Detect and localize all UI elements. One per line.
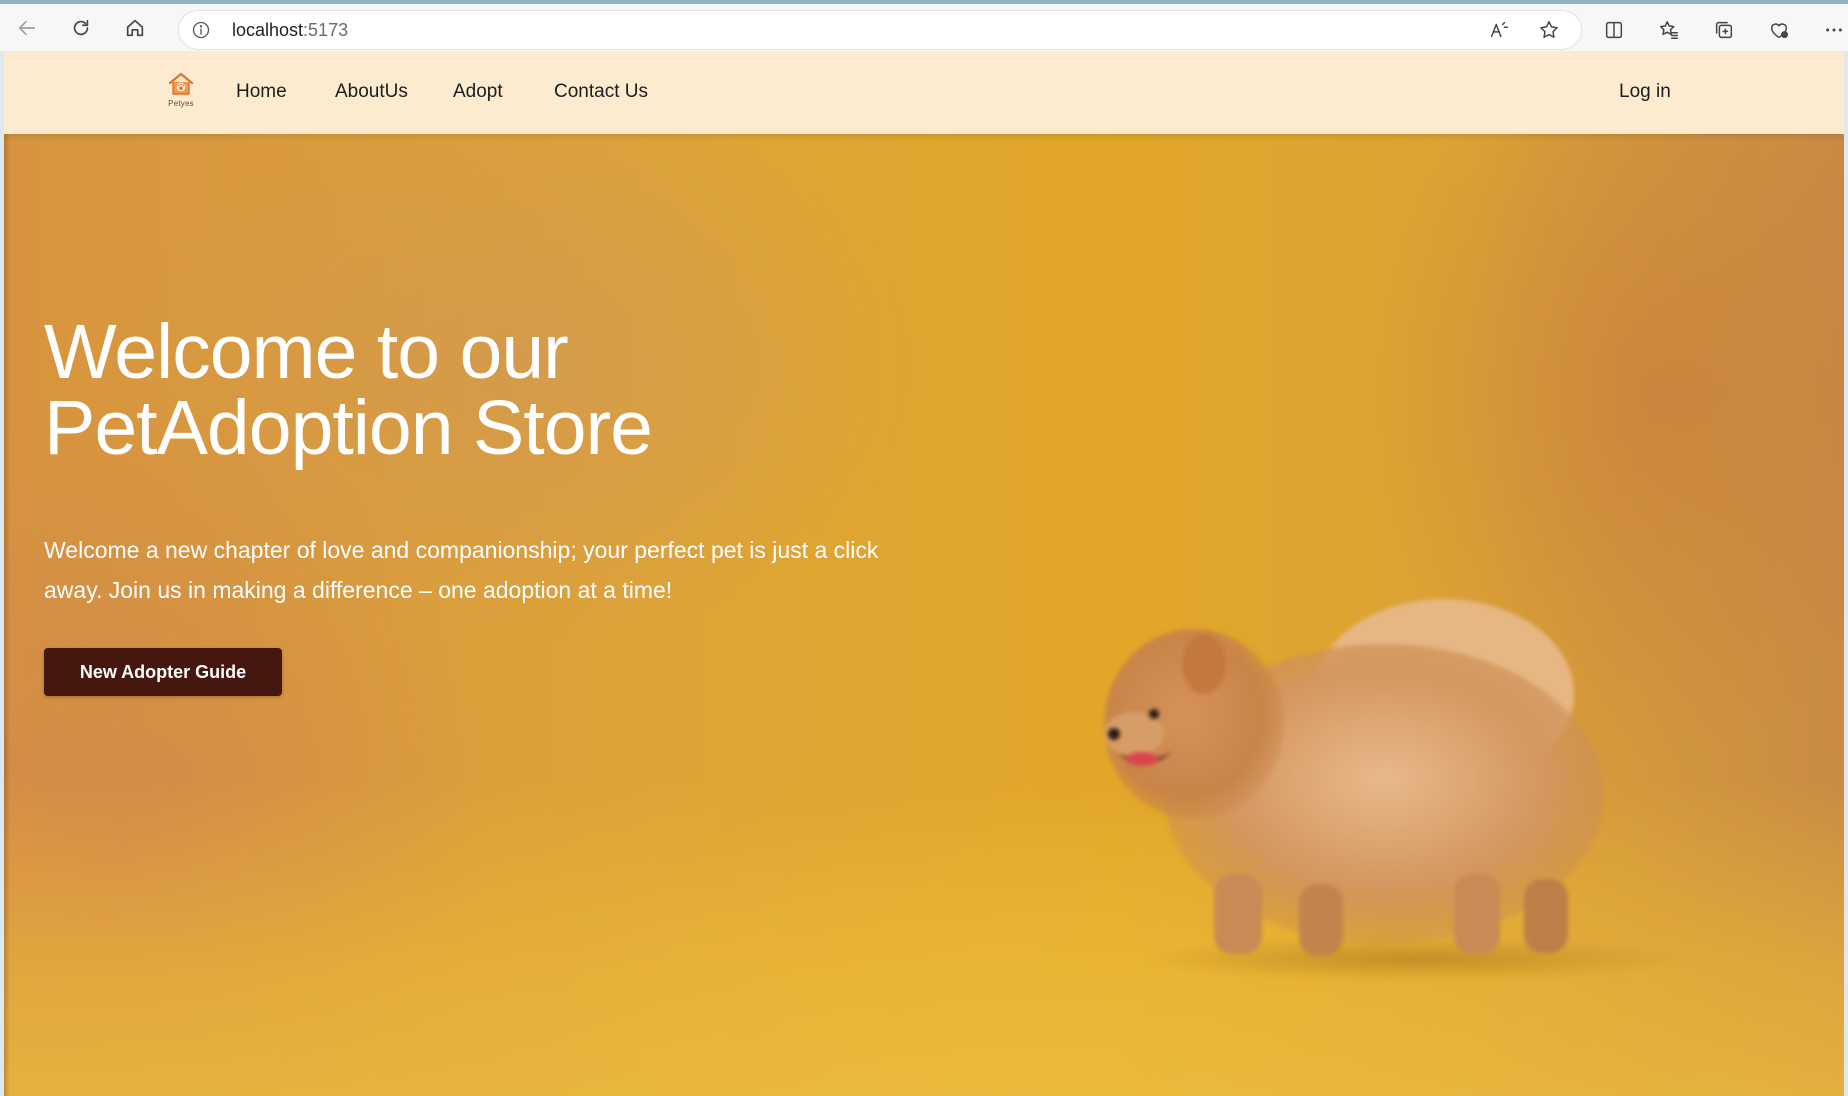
collections-icon[interactable] (1696, 9, 1751, 51)
hero-edge-shadow (4, 134, 10, 1096)
site-info-icon[interactable] (178, 20, 224, 40)
hero-subtitle: Welcome a new chapter of love and compan… (44, 530, 884, 610)
nav-link-adopt[interactable]: Adopt (453, 79, 503, 105)
nav-link-home[interactable]: Home (236, 79, 287, 105)
home-icon[interactable] (108, 7, 162, 49)
login-link[interactable]: Log in (1619, 79, 1671, 105)
site-navbar: Petyes Home AboutUs Adopt Contact Us Log… (4, 51, 1844, 134)
split-screen-icon[interactable] (1586, 9, 1641, 51)
browser-toolbar: localhost:5173 (0, 0, 1848, 51)
hero-title: Welcome to our PetAdoption Store (44, 314, 904, 467)
read-aloud-icon[interactable] (1474, 9, 1524, 51)
brand-logo[interactable]: Petyes (162, 70, 200, 114)
hero-subtitle-line-1: Welcome a new chapter of love and compan… (44, 537, 879, 563)
page-viewport: Petyes Home AboutUs Adopt Contact Us Log… (4, 51, 1844, 1096)
address-host: localhost (232, 19, 304, 40)
address-url[interactable]: localhost:5173 (224, 20, 348, 41)
new-adopter-guide-button[interactable]: New Adopter Guide (44, 648, 282, 696)
favorites-icon[interactable] (1641, 9, 1696, 51)
hero-title-line-1: Welcome to our (44, 309, 569, 395)
pomeranian-dog-image (1104, 599, 1684, 981)
browser-essentials-icon[interactable] (1751, 9, 1806, 51)
more-menu-icon[interactable] (1806, 9, 1848, 51)
address-port: :5173 (303, 19, 349, 40)
nav-link-aboutus[interactable]: AboutUs (335, 79, 408, 105)
favorite-star-icon[interactable] (1524, 9, 1574, 51)
hero-title-line-2: PetAdoption Store (44, 385, 653, 471)
hero-subtitle-line-2: away. Join us in making a difference – o… (44, 577, 673, 603)
refresh-icon[interactable] (54, 7, 108, 49)
paw-house-icon (168, 72, 194, 95)
address-bar[interactable]: localhost:5173 (178, 10, 1582, 50)
back-icon[interactable] (0, 7, 54, 49)
brand-name: Petyes (168, 99, 194, 108)
hero-section: Welcome to our PetAdoption Store Welcome… (4, 134, 1844, 1096)
nav-link-contact-us[interactable]: Contact Us (554, 79, 648, 105)
